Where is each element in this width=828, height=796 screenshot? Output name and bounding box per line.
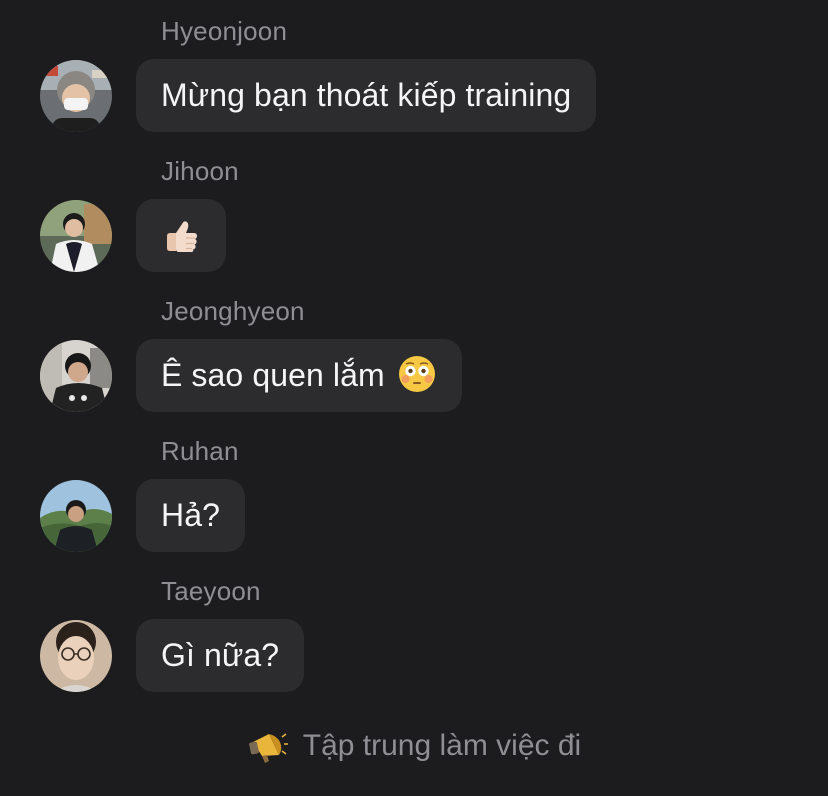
pinned-notice: Tập trung làm việc đi	[0, 718, 828, 774]
message-text: Ê sao quen lắm	[161, 357, 385, 393]
avatar[interactable]	[40, 200, 112, 272]
message-text: Mừng bạn thoát kiếp training	[161, 77, 572, 113]
megaphone-icon	[247, 725, 289, 767]
message-bubble[interactable]: Hả?	[136, 479, 246, 552]
sender-name: Jeonghyeon	[161, 296, 305, 326]
message-bubble[interactable]: Gì nữa?	[136, 619, 305, 692]
thumbs-up-icon	[161, 216, 201, 256]
flushed-face-icon	[397, 354, 437, 394]
message-bubble[interactable]: Ê sao quen lắm	[136, 339, 462, 412]
message-bubble[interactable]	[136, 199, 226, 272]
message-bubble[interactable]: Mừng bạn thoát kiếp training	[136, 59, 597, 132]
avatar[interactable]	[40, 340, 112, 412]
avatar[interactable]	[40, 620, 112, 692]
message-group: Hyeonjoon Mừng bạn thoát kiếp training	[0, 0, 828, 140]
message-group: Jihoon	[0, 140, 828, 280]
message-group: Taeyoon Gì nữa?	[0, 560, 828, 700]
notice-text: Tập trung làm việc đi	[302, 729, 582, 762]
avatar[interactable]	[40, 60, 112, 132]
chat-thread: Hyeonjoon Mừng bạn thoát kiếp training J…	[0, 0, 828, 796]
sender-name: Jihoon	[161, 156, 239, 186]
sender-name: Ruhan	[161, 436, 239, 466]
message-group: Ruhan Hả?	[0, 420, 828, 560]
sender-name: Taeyoon	[161, 576, 261, 606]
avatar[interactable]	[40, 480, 112, 552]
message-group: Jeonghyeon Ê sao quen lắm	[0, 280, 828, 420]
message-text: Gì nữa?	[161, 637, 280, 673]
message-text: Hả?	[161, 497, 221, 533]
sender-name: Hyeonjoon	[161, 16, 288, 46]
